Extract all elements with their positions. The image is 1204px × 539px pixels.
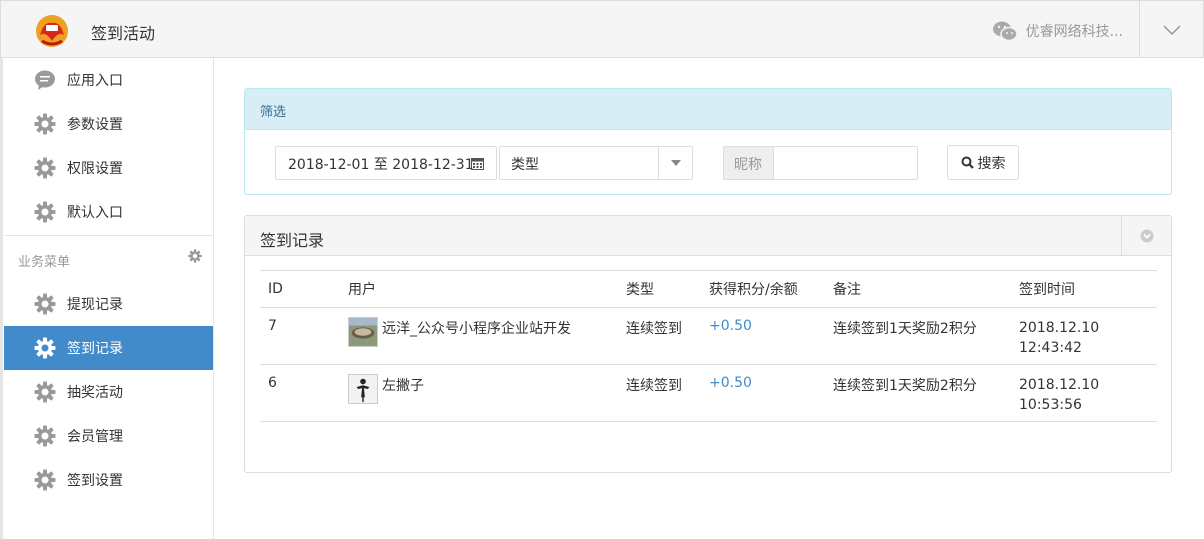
cell-time: 2018.12.10 12:43:42 [1011, 307, 1157, 365]
column-header-id: ID [260, 270, 340, 308]
gear-icon [34, 337, 56, 359]
filter-panel-title: 筛选 [245, 89, 1171, 130]
search-button-label: 搜索 [977, 155, 1006, 172]
filter-panel: 筛选 2018-12-01 至 2018-12-31 类型 昵称 搜索 [244, 88, 1172, 195]
nickname-label: 昵称 [723, 146, 773, 180]
sidebar-item-label: 签到设置 [67, 473, 123, 489]
sidebar-item-params[interactable]: 参数设置 [4, 102, 213, 146]
sidebar-item-label: 权限设置 [67, 161, 123, 177]
chevron-circle-down-icon [1140, 229, 1153, 242]
type-select[interactable]: 类型 [499, 146, 693, 180]
sidebar-item-default-entry[interactable]: 默认入口 [4, 190, 213, 234]
sidebar-item-label: 应用入口 [67, 73, 123, 89]
column-header-user: 用户 [340, 270, 618, 308]
phoenix-logo-icon [36, 15, 68, 47]
sidebar-item-members[interactable]: 会员管理 [4, 414, 213, 458]
select-divider [658, 147, 659, 179]
panel-collapse-toggle[interactable] [1121, 216, 1171, 255]
cell-points: +0.50 [701, 364, 825, 422]
gear-icon [34, 425, 56, 447]
cell-id: 6 [260, 364, 340, 422]
chevron-down-icon [1163, 24, 1181, 35]
sidebar: 应用入口 参数设置 权限设置 默认入口 业务菜单 提现记录 签到记录 抽奖活动 … [0, 58, 214, 539]
chat-bubble-icon [35, 70, 55, 90]
cell-user: 远洋_公众号小程序企业站开发 [340, 307, 618, 365]
header-dropdown-toggle[interactable] [1140, 1, 1204, 58]
cell-note: 连续签到1天奖励2积分 [825, 307, 1011, 365]
column-header-note: 备注 [825, 270, 1011, 308]
sidebar-section-title: 业务菜单 [18, 255, 71, 270]
cell-type: 连续签到 [618, 364, 701, 422]
records-panel-header: 签到记录 [245, 216, 1171, 256]
search-button[interactable]: 搜索 [947, 145, 1019, 180]
gear-icon [34, 113, 56, 135]
table-row: 7 远洋_公众号小程序企业站开发 连续签到 +0.50 连续签到1天奖励2积分 … [260, 307, 1157, 365]
avatar [348, 317, 378, 347]
sidebar-item-label: 抽奖活动 [67, 385, 123, 401]
sidebar-item-label: 参数设置 [67, 117, 123, 133]
sidebar-item-app-entry[interactable]: 应用入口 [4, 58, 213, 102]
date-range-picker[interactable]: 2018-12-01 至 2018-12-31 [275, 146, 497, 180]
calendar-icon [471, 158, 484, 170]
gear-icon [34, 469, 56, 491]
account-menu[interactable]: 优睿网络科技... [992, 20, 1123, 42]
wechat-icon [992, 21, 1018, 42]
sidebar-item-withdraw-records[interactable]: 提现记录 [4, 282, 213, 326]
sidebar-item-label: 提现记录 [67, 297, 123, 313]
top-header: 签到活动 优睿网络科技... [0, 0, 1204, 58]
cell-time: 2018.12.10 10:53:56 [1011, 364, 1157, 422]
gear-icon[interactable] [188, 249, 202, 263]
user-name: 左撇子 [382, 378, 424, 394]
type-select-value: 类型 [511, 157, 539, 173]
date-range-value: 2018-12-01 至 2018-12-31 [288, 157, 474, 173]
user-name: 远洋_公众号小程序企业站开发 [382, 321, 571, 337]
sidebar-item-permissions[interactable]: 权限设置 [4, 146, 213, 190]
sidebar-item-checkin-settings[interactable]: 签到设置 [4, 458, 213, 502]
sidebar-item-label: 会员管理 [67, 429, 123, 445]
sidebar-item-label: 签到记录 [67, 341, 123, 357]
checkin-date: 2018.12.10 [1019, 377, 1100, 393]
gear-icon [34, 293, 56, 315]
caret-down-icon [671, 160, 681, 166]
checkin-time: 12:43:42 [1019, 340, 1082, 356]
account-name: 优睿网络科技... [1025, 24, 1123, 40]
cell-user: 左撇子 [340, 364, 618, 422]
avatar [348, 374, 378, 404]
cell-id: 7 [260, 307, 340, 365]
gear-icon [34, 381, 56, 403]
records-panel-title: 签到记录 [260, 231, 325, 250]
column-header-type: 类型 [618, 270, 701, 308]
cell-points: +0.50 [701, 307, 825, 365]
checkin-time: 10:53:56 [1019, 397, 1082, 413]
app-title: 签到活动 [91, 24, 156, 43]
table-header-row: ID 用户 类型 获得积分/余额 备注 签到时间 [260, 270, 1157, 308]
gear-icon [34, 201, 56, 223]
records-table: ID 用户 类型 获得积分/余额 备注 签到时间 7 远洋_公众号小程序企业站开… [260, 270, 1157, 422]
sidebar-item-checkin-records[interactable]: 签到记录 [4, 326, 213, 370]
records-panel: 签到记录 ID 用户 类型 获得积分/余额 备注 签到时间 7 远洋_公众号小程… [244, 215, 1172, 473]
sidebar-divider [4, 235, 213, 236]
search-icon [961, 156, 974, 169]
column-header-time: 签到时间 [1011, 270, 1157, 308]
sidebar-item-lottery[interactable]: 抽奖活动 [4, 370, 213, 414]
nickname-input[interactable] [773, 146, 918, 180]
gear-icon [34, 157, 56, 179]
table-row: 6 左撇子 连续签到 +0.50 连续签到1天奖励2积分 2018.12.10 … [260, 364, 1157, 422]
sidebar-item-label: 默认入口 [67, 205, 123, 221]
cell-note: 连续签到1天奖励2积分 [825, 364, 1011, 422]
checkin-date: 2018.12.10 [1019, 320, 1100, 336]
cell-type: 连续签到 [618, 307, 701, 365]
column-header-points: 获得积分/余额 [701, 270, 825, 308]
